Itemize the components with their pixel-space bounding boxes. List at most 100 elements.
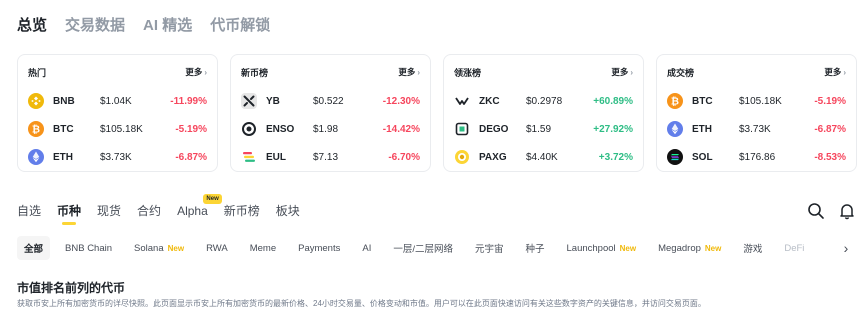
category-chip[interactable]: Launchpool New	[560, 238, 644, 259]
card-header: 成交榜 更多 ›	[667, 65, 846, 79]
section-tab-3[interactable]: 合约	[137, 203, 161, 219]
coin-row[interactable]: ETH $3.73K -6.87%	[28, 143, 207, 171]
coin-price: $1.98	[313, 123, 339, 135]
coin-symbol: BTC	[692, 95, 713, 107]
coin-price: $3.73K	[739, 123, 771, 135]
coin-row[interactable]: YB $0.522 -12.30%	[241, 87, 420, 115]
coin-row[interactable]: EUL $7.13 -6.70%	[241, 143, 420, 171]
chip-label: RWA	[206, 242, 228, 254]
more-label: 更多	[824, 67, 842, 77]
price-change: +27.92%	[593, 123, 633, 135]
section-tab-1[interactable]: 币种	[57, 203, 81, 219]
coin-row[interactable]: ₿ BTC $105.18K -5.19%	[28, 115, 207, 143]
chip-label: AI	[362, 242, 372, 254]
category-chip[interactable]: BNB Chain	[58, 238, 119, 259]
coin-price: $7.13	[313, 151, 339, 163]
coin-row[interactable]: ₿ BTC $105.18K -5.19%	[667, 87, 846, 115]
coin-row[interactable]: BNB $1.04K -11.99%	[28, 87, 207, 115]
price-change: -12.30%	[382, 95, 420, 107]
section-tab-2[interactable]: 现货	[97, 203, 121, 219]
new-badge: New	[704, 243, 722, 253]
coin-price: $4.40K	[526, 151, 558, 163]
more-link[interactable]: 更多 ›	[824, 66, 846, 78]
svg-text:₿: ₿	[671, 96, 679, 108]
chevron-right-icon[interactable]: ›	[838, 238, 854, 258]
card-header: 热门 更多 ›	[28, 65, 207, 79]
dego-icon	[454, 121, 470, 137]
coin-symbol: PAXG	[479, 151, 507, 163]
tab-2[interactable]: AI 精选	[143, 16, 192, 36]
tab-1[interactable]: 交易数据	[65, 16, 125, 36]
coin-symbol: DEGO	[479, 123, 509, 135]
chevron-right-icon: ›	[630, 67, 633, 77]
bell-icon[interactable]	[838, 202, 856, 220]
chip-label: 全部	[24, 244, 44, 255]
coin-row[interactable]: ENSO $1.98 -14.42%	[241, 115, 420, 143]
market-card: 热门 更多 › BNB $1.04K -11.99% ₿ BTC $105.18K -5.19% E…	[17, 54, 218, 172]
section-tabs: 自选 币种 现货 合约 Alpha New 新币榜 板块	[17, 194, 300, 219]
coin-price: $0.522	[313, 95, 344, 107]
category-chip[interactable]: DeFi	[777, 238, 811, 259]
tab-0[interactable]: 总览	[17, 16, 47, 36]
price-change: -8.53%	[814, 151, 846, 163]
market-card: 新币榜 更多 › YB $0.522 -12.30% ENSO $1.98 -14.42% EUL…	[230, 54, 431, 172]
coin-row[interactable]: ZKC $0.2978 +60.89%	[454, 87, 633, 115]
card-header: 领涨榜 更多 ›	[454, 65, 633, 79]
more-label: 更多	[611, 67, 629, 77]
market-card: 领涨榜 更多 › ZKC $0.2978 +60.89% DEGO $1.59 +27.92% P…	[443, 54, 644, 172]
new-badge: New	[203, 194, 222, 204]
coin-row[interactable]: ETH $3.73K -6.87%	[667, 115, 846, 143]
category-chip[interactable]: 游戏	[736, 236, 769, 260]
category-chip[interactable]: 种子	[519, 236, 552, 260]
eth-icon	[667, 121, 683, 137]
card-title: 领涨榜	[454, 67, 482, 78]
category-chip[interactable]: RWA	[199, 238, 235, 259]
card-title: 热门	[28, 67, 47, 78]
eul-icon	[241, 149, 257, 165]
more-link[interactable]: 更多 ›	[185, 66, 207, 78]
coin-price: $176.86	[739, 151, 776, 163]
section-description: 获取币安上所有加密货币的详尽快照。此页面显示币安上所有加密货币的最新价格、24小…	[17, 299, 706, 308]
price-change: -6.87%	[175, 151, 207, 163]
section-title: 市值排名前列的代币	[17, 281, 126, 295]
section-tab-6[interactable]: 板块	[276, 203, 300, 219]
category-chip[interactable]: 元宇宙	[468, 236, 511, 260]
chip-label: BNB Chain	[65, 242, 113, 254]
coin-row[interactable]: DEGO $1.59 +27.92%	[454, 115, 633, 143]
category-chip[interactable]: 全部	[17, 236, 51, 260]
section-tab-label: 板块	[275, 204, 300, 218]
bnb-icon	[28, 93, 44, 109]
chip-label: Payments	[298, 242, 341, 254]
section-tab-label: 自选	[17, 204, 42, 218]
chip-label: 一层/二层网络	[393, 244, 453, 255]
more-link[interactable]: 更多 ›	[398, 66, 420, 78]
coin-row[interactable]: SOL $176.86 -8.53%	[667, 143, 846, 171]
price-change: -6.87%	[814, 123, 846, 135]
paxg-icon	[454, 149, 470, 165]
search-icon[interactable]	[807, 202, 825, 220]
chip-label: Launchpool	[566, 242, 616, 254]
category-chip[interactable]: 一层/二层网络	[386, 236, 460, 260]
price-change: -11.99%	[170, 95, 207, 107]
tab-3[interactable]: 代币解锁	[210, 16, 270, 36]
enso-icon	[241, 121, 257, 137]
svg-text:₿: ₿	[32, 124, 40, 136]
price-change: +3.72%	[598, 151, 633, 163]
section-tab-5[interactable]: 新币榜	[224, 203, 260, 219]
section-tab-4[interactable]: Alpha New	[177, 194, 222, 219]
more-link[interactable]: 更多 ›	[611, 66, 633, 78]
category-chip[interactable]: Meme	[243, 238, 283, 259]
card-title: 成交榜	[667, 67, 695, 78]
coin-row[interactable]: PAXG $4.40K +3.72%	[454, 143, 633, 171]
category-chip[interactable]: AI	[355, 238, 378, 259]
category-chip[interactable]: Solana New	[127, 238, 191, 259]
category-chip[interactable]: Payments	[291, 238, 347, 259]
price-change: +60.89%	[593, 95, 633, 107]
section-tab-0[interactable]: 自选	[17, 203, 41, 219]
card-header: 新币榜 更多 ›	[241, 65, 420, 79]
btc-icon: ₿	[28, 121, 44, 137]
coin-price: $0.2978	[526, 95, 563, 107]
section-tab-label: 新币榜	[223, 204, 260, 218]
category-chips: 全部 BNB Chain Solana New RWA Meme Payments AI 一层/…	[17, 236, 819, 260]
category-chip[interactable]: Megadrop New	[651, 238, 728, 259]
